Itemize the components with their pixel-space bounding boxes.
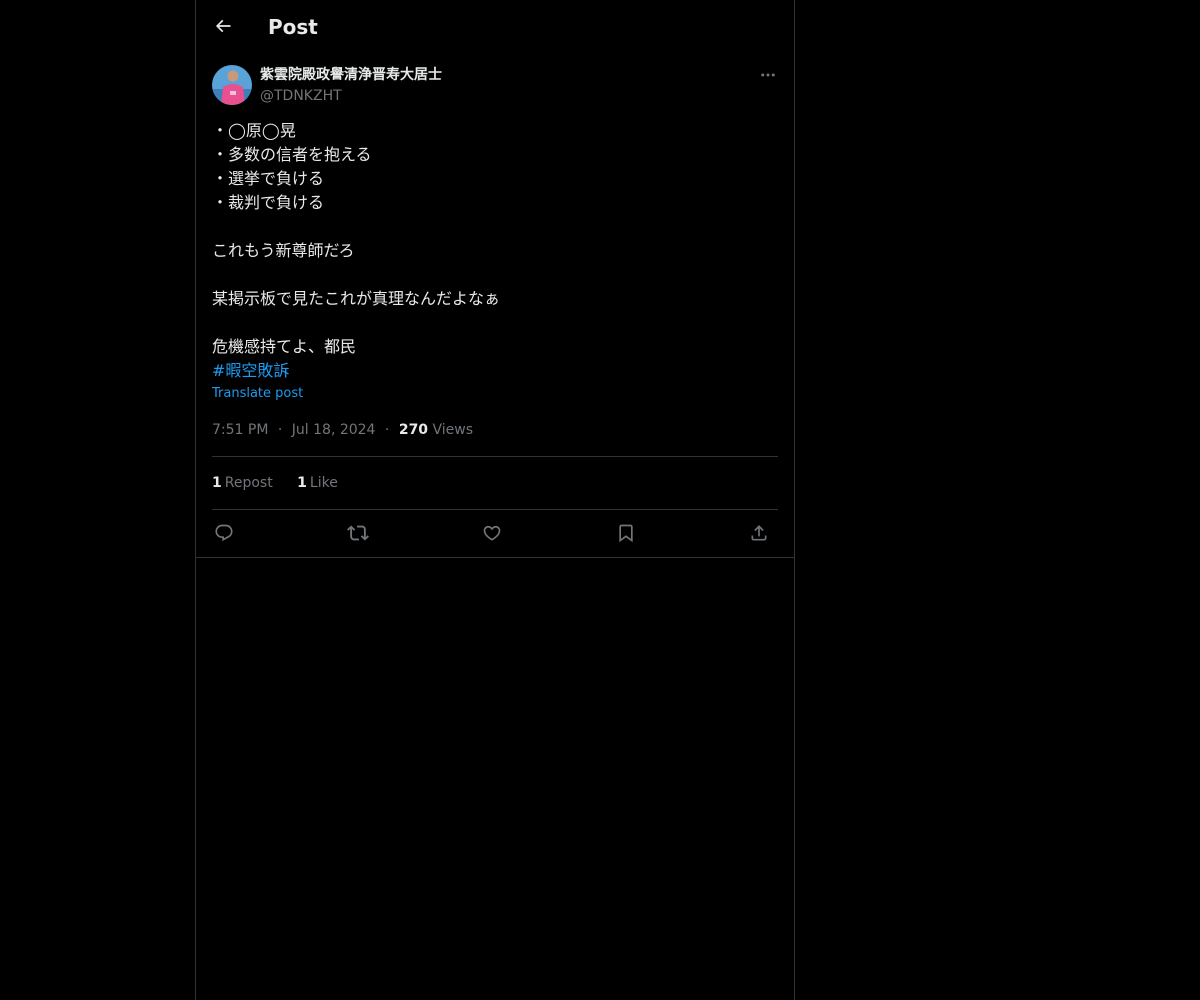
repost-icon [347, 525, 369, 541]
like-button[interactable] [480, 521, 504, 545]
repost-button[interactable] [346, 521, 370, 545]
post-metadata: 7:51 PM · Jul 18, 2024 · 270 Views [212, 420, 473, 440]
post-line: これもう新尊師だろ [212, 241, 355, 260]
post-line: 某掲示板で見たこれが真理なんだよなぁ [212, 289, 501, 308]
post-text: ・◯原◯晃 ・多数の信者を抱える ・選挙で負ける ・裁判で負ける これもう新尊師… [212, 119, 778, 404]
post-line: 危機感持てよ、都民 [212, 337, 357, 356]
views-label: Views [432, 422, 474, 438]
post-line [212, 263, 778, 287]
author-handle[interactable]: @TDNKZHT [260, 86, 342, 106]
post-line: ・◯原◯晃 [212, 121, 296, 140]
bookmark-icon [619, 524, 633, 543]
post-time[interactable]: 7:51 PM [212, 422, 268, 438]
views-count: 270 [398, 422, 429, 438]
bookmark-button[interactable] [614, 521, 638, 545]
post-line [212, 311, 778, 335]
share-icon [751, 525, 767, 541]
reposts-stat[interactable]: 1 Repost [212, 473, 273, 493]
likes-stat[interactable]: 1 Like [297, 473, 338, 493]
action-bar [212, 519, 778, 547]
likes-label: Like [309, 475, 338, 491]
post-bottom-border [196, 557, 794, 558]
divider [212, 456, 778, 457]
more-options-button[interactable] [756, 64, 780, 86]
hashtag-link[interactable]: #暇空敗訴 [212, 359, 778, 383]
meta-separator: · [384, 422, 390, 438]
arrow-left-icon [215, 19, 231, 33]
share-button[interactable] [747, 521, 771, 545]
reposts-count: 1 [212, 475, 222, 491]
back-button[interactable] [206, 9, 240, 43]
post-line: ・多数の信者を抱える [212, 145, 372, 164]
avatar-photo [212, 65, 252, 105]
translate-post-link[interactable]: Translate post [212, 384, 778, 404]
page-title: Post [268, 15, 318, 39]
divider [212, 509, 778, 510]
author-display-name[interactable]: 紫雲院殿政譽清浄晋寿大居士 [260, 65, 442, 85]
avatar[interactable] [212, 65, 252, 105]
reply-icon [215, 524, 233, 542]
page-header: Post [196, 0, 794, 53]
meta-separator: · [277, 422, 283, 438]
more-horizontal-icon [761, 73, 775, 77]
reposts-label: Repost [224, 475, 273, 491]
post-date[interactable]: Jul 18, 2024 [292, 422, 376, 438]
post-line: ・選挙で負ける [212, 169, 325, 188]
reply-button[interactable] [212, 521, 236, 545]
engagement-stats: 1 Repost 1 Like [212, 473, 358, 493]
post-detail-column: Post 紫雲院殿政譽清浄晋寿大居士 @TDNKZHT ・◯原◯晃 ・多数の信者… [195, 0, 795, 1000]
post-line [212, 215, 778, 239]
likes-count: 1 [297, 475, 307, 491]
post-line: ・裁判で負ける [212, 193, 325, 212]
like-icon [483, 525, 501, 541]
